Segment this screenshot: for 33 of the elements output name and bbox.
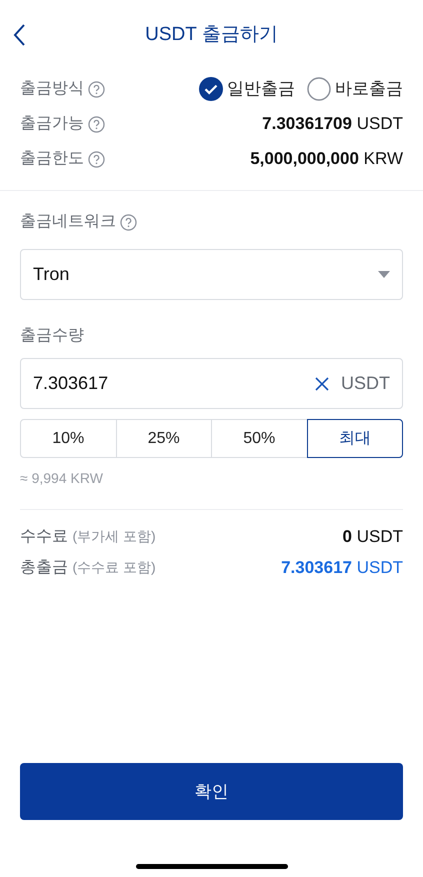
confirm-button[interactable]: 확인 <box>20 763 403 820</box>
help-icon[interactable] <box>88 150 105 168</box>
radio-option[interactable]: 일반출금 <box>199 76 295 102</box>
krw-estimate: ≈ 9,994 KRW <box>20 469 104 488</box>
summary-label: 총출금 (수수료 포함) <box>20 558 156 578</box>
radio-option[interactable]: 바로출금 <box>307 76 403 102</box>
help-icon[interactable] <box>88 80 105 98</box>
back-icon[interactable] <box>12 23 26 47</box>
amount-field[interactable]: 7.303617 USDT <box>20 358 403 409</box>
checked-radio-icon <box>199 77 223 101</box>
network-label: 출금네트워크 <box>20 212 116 232</box>
percent-button[interactable]: 10% <box>20 419 116 458</box>
amount-label: 출금수량 <box>20 326 85 346</box>
info-value: 5,000,000,000 KRW <box>250 148 403 170</box>
percent-button[interactable]: 50% <box>211 419 308 458</box>
summary-label: 수수료 (부가세 포함) <box>20 526 156 546</box>
radio-icon <box>307 77 331 101</box>
summary-value: 7.303617 USDT <box>281 556 403 579</box>
info-value: 7.30361709 USDT <box>262 113 403 136</box>
percent-button[interactable]: 25% <box>116 419 212 458</box>
network-select[interactable]: Tron <box>20 249 403 300</box>
info-label: 출금한도 <box>20 149 84 169</box>
summary-value: 0 USDT <box>342 526 403 548</box>
page-title: USDT 출금하기 <box>145 22 278 47</box>
help-icon[interactable] <box>88 116 105 132</box>
amount-unit: USDT <box>341 372 390 395</box>
help-icon[interactable] <box>120 214 137 230</box>
dropdown-caret-icon <box>378 271 390 278</box>
amount-value: 7.303617 <box>33 372 110 395</box>
percent-button[interactable]: 최대 <box>306 419 403 458</box>
method-label: 출금방식 <box>20 79 84 99</box>
clear-icon[interactable] <box>315 376 329 390</box>
info-label: 출금가능 <box>20 114 84 134</box>
